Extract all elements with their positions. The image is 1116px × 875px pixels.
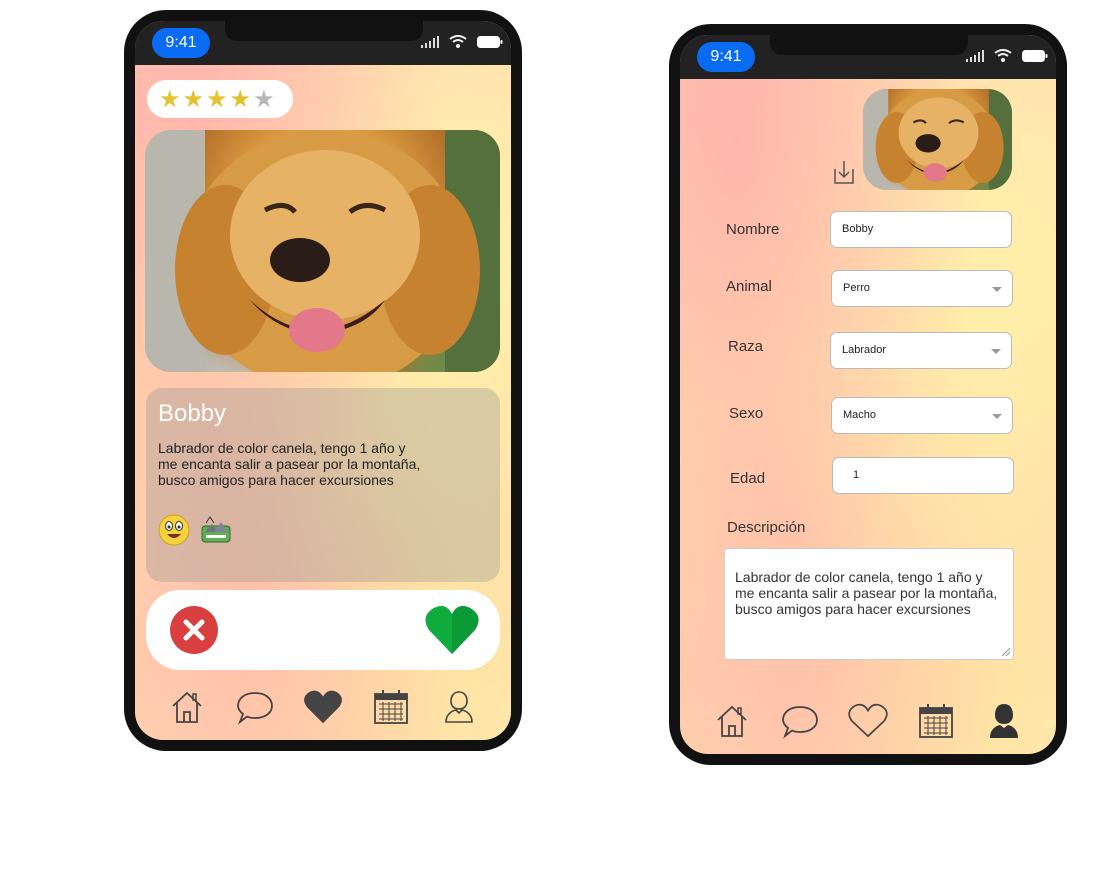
screen: 9:41 Nombre Bobby Animal Perro Raza Labr… bbox=[680, 35, 1056, 754]
heart-icon bbox=[304, 690, 342, 724]
mountain-hiking-emoji bbox=[201, 516, 231, 543]
dog-illustration bbox=[863, 89, 1012, 190]
edad-input[interactable]: 1 bbox=[832, 457, 1014, 494]
nav-home[interactable] bbox=[167, 687, 207, 727]
nombre-input[interactable]: Bobby bbox=[830, 211, 1012, 248]
star-icon[interactable]: ★ bbox=[230, 87, 252, 111]
chevron-down-icon bbox=[992, 414, 1002, 419]
swipe-actions bbox=[146, 590, 500, 670]
pet-description: Labrador de color canela, tengo 1 año y … bbox=[158, 440, 421, 488]
label-animal: Animal bbox=[726, 278, 772, 295]
nav-chat[interactable] bbox=[780, 701, 820, 741]
calendar-icon bbox=[374, 690, 408, 724]
signal-icon bbox=[421, 35, 439, 48]
status-icons bbox=[421, 35, 503, 48]
status-icons bbox=[966, 49, 1048, 62]
label-edad: Edad bbox=[730, 470, 766, 487]
sexo-select-value: Macho bbox=[843, 409, 877, 421]
profile-photo[interactable] bbox=[863, 89, 1012, 190]
battery-icon bbox=[1022, 49, 1048, 62]
reject-button[interactable] bbox=[170, 606, 218, 654]
bottom-nav bbox=[680, 701, 1056, 741]
status-bar: 9:41 bbox=[135, 21, 511, 65]
descripcion-text: Labrador de color canela, tengo 1 año y … bbox=[735, 569, 998, 617]
bottom-nav bbox=[135, 687, 511, 727]
label-nombre: Nombre bbox=[726, 221, 780, 238]
status-time: 9:41 bbox=[697, 42, 755, 72]
close-icon bbox=[183, 619, 205, 641]
notch bbox=[770, 35, 968, 55]
nav-calendar[interactable] bbox=[371, 687, 411, 727]
phone-match-screen: 9:41 ★ ★ ★ ★ ★ Bobby Labrador de color c… bbox=[124, 10, 522, 751]
raza-select[interactable]: Labrador bbox=[830, 332, 1012, 369]
chat-icon bbox=[782, 706, 818, 739]
battery-icon bbox=[477, 35, 503, 48]
like-button[interactable] bbox=[424, 604, 480, 656]
pet-info-card: Bobby Labrador de color canela, tengo 1 … bbox=[146, 388, 500, 582]
nav-chat[interactable] bbox=[235, 687, 275, 727]
star-icon[interactable]: ★ bbox=[253, 87, 275, 111]
descripcion-textarea[interactable]: Labrador de color canela, tengo 1 año y … bbox=[724, 548, 1014, 660]
raza-select-value: Labrador bbox=[842, 344, 887, 356]
profile-icon bbox=[990, 704, 1018, 738]
pet-name: Bobby bbox=[158, 400, 227, 427]
nav-profile[interactable] bbox=[439, 687, 479, 727]
label-raza: Raza bbox=[728, 338, 764, 355]
profile-icon bbox=[445, 691, 473, 723]
status-bar: 9:41 bbox=[680, 35, 1056, 79]
nav-matches[interactable] bbox=[303, 687, 343, 727]
chevron-down-icon bbox=[991, 349, 1001, 354]
heart-icon bbox=[848, 703, 888, 738]
dog-illustration bbox=[145, 130, 500, 372]
resize-handle-icon[interactable] bbox=[1000, 646, 1010, 656]
chat-icon bbox=[237, 692, 273, 725]
phone-profile-screen: 9:41 Nombre Bobby Animal Perro Raza Labr… bbox=[669, 24, 1067, 765]
chevron-down-icon bbox=[992, 287, 1002, 292]
star-icon[interactable]: ★ bbox=[159, 87, 181, 111]
label-sexo: Sexo bbox=[729, 405, 764, 422]
animal-select[interactable]: Perro bbox=[831, 270, 1013, 307]
sexo-select[interactable]: Macho bbox=[831, 397, 1013, 434]
wifi-icon bbox=[994, 49, 1012, 62]
pet-photo bbox=[145, 130, 500, 372]
smiling-face-emoji bbox=[158, 514, 190, 546]
nav-home[interactable] bbox=[712, 701, 752, 741]
star-icon[interactable]: ★ bbox=[206, 87, 228, 111]
star-rating[interactable]: ★ ★ ★ ★ ★ bbox=[147, 80, 293, 118]
home-icon bbox=[172, 691, 202, 723]
wifi-icon bbox=[449, 35, 467, 48]
label-descripcion: Descripción bbox=[727, 519, 806, 536]
nav-profile[interactable] bbox=[984, 701, 1024, 741]
animal-select-value: Perro bbox=[843, 282, 870, 294]
upload-photo-icon[interactable] bbox=[832, 159, 856, 185]
nav-calendar[interactable] bbox=[916, 701, 956, 741]
status-time: 9:41 bbox=[152, 28, 210, 58]
star-icon[interactable]: ★ bbox=[183, 87, 205, 111]
nav-matches[interactable] bbox=[848, 701, 888, 741]
calendar-icon bbox=[919, 704, 953, 738]
home-icon bbox=[717, 705, 747, 737]
signal-icon bbox=[966, 49, 984, 62]
screen: 9:41 ★ ★ ★ ★ ★ Bobby Labrador de color c… bbox=[135, 21, 511, 740]
notch bbox=[225, 21, 423, 41]
